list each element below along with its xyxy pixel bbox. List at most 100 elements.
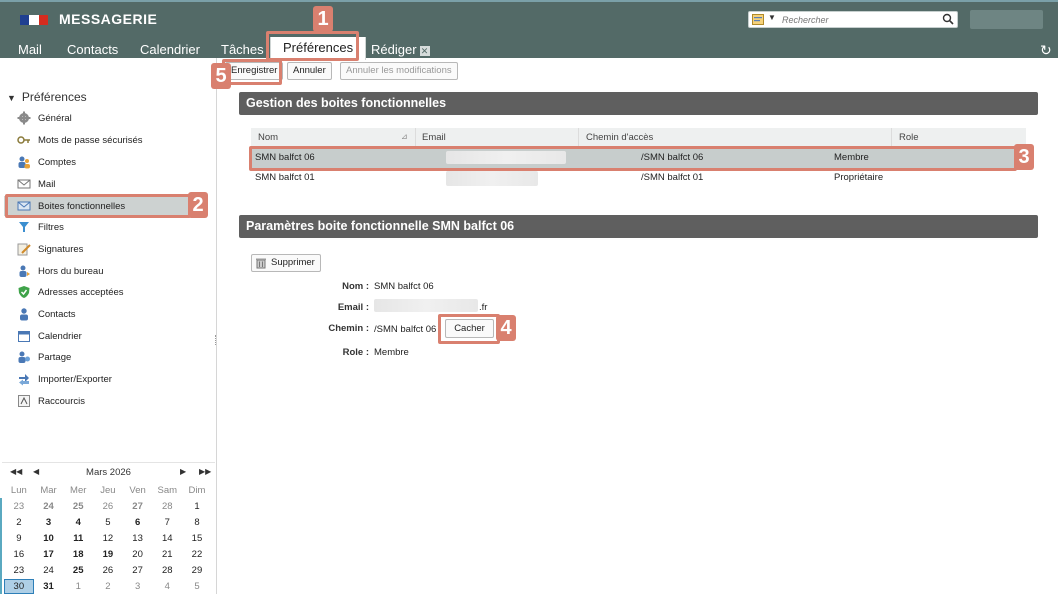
- tab-mail[interactable]: Mail: [18, 42, 42, 57]
- calendar-day[interactable]: 15: [182, 533, 212, 544]
- table-header: Nom ⊿ Email Chemin d'accès Role: [251, 128, 1026, 148]
- sidebar-item-calendrier[interactable]: Calendrier: [17, 326, 213, 346]
- calendar-day[interactable]: 5: [93, 517, 123, 528]
- calendar-day[interactable]: 26: [93, 501, 123, 512]
- filter-icon: [19, 222, 29, 232]
- search-scope-icon[interactable]: [752, 14, 764, 25]
- next-year-icon[interactable]: ▶▶: [199, 467, 211, 476]
- calendar-day[interactable]: 11: [63, 533, 93, 544]
- calendar-day[interactable]: 29: [182, 565, 212, 576]
- calendar-day[interactable]: 10: [34, 533, 64, 544]
- sidebar-item-signatures[interactable]: Signatures: [17, 239, 213, 259]
- search-input[interactable]: [782, 13, 942, 27]
- tab-calendrier[interactable]: Calendrier: [140, 42, 200, 57]
- tab-taches[interactable]: Tâches: [221, 42, 264, 57]
- annotation-badge-5: 5: [211, 63, 231, 89]
- calendar-day[interactable]: 25: [63, 565, 93, 576]
- sidebar-item-comptes[interactable]: Comptes: [17, 152, 213, 172]
- sidebar-item-label: Mots de passe sécurisés: [38, 134, 143, 146]
- calendar-day[interactable]: 18: [63, 549, 93, 560]
- calendar-day-today[interactable]: 30: [4, 578, 34, 594]
- chevron-down-icon[interactable]: ▼: [768, 13, 776, 22]
- calendar-day[interactable]: 27: [123, 501, 153, 512]
- column-divider: [578, 128, 579, 148]
- calendar-day[interactable]: 13: [123, 533, 153, 544]
- field-value-nom: SMN balfct 06: [374, 281, 434, 292]
- undo-changes-button[interactable]: Annuler les modifications: [340, 62, 458, 80]
- calendar-day[interactable]: 27: [123, 565, 153, 576]
- calendar-day[interactable]: 28: [152, 565, 182, 576]
- calendar-day[interactable]: 7: [152, 517, 182, 528]
- calendar-day[interactable]: 12: [93, 533, 123, 544]
- calendar-grid: Lun Mar Mer Jeu Ven Sam Dim 23 24 25 26 27 28…: [4, 482, 212, 594]
- sidebar-item-contacts[interactable]: Contacts: [17, 304, 213, 324]
- calendar-day[interactable]: 2: [93, 581, 123, 592]
- tab-rediger[interactable]: Rédiger ✕: [371, 42, 430, 57]
- preferences-tree-header[interactable]: ▼ Préférences: [7, 90, 87, 104]
- sidebar-accent-edge: [0, 498, 2, 594]
- field-label-role: Role :: [342, 347, 369, 358]
- search-icon[interactable]: [942, 13, 954, 25]
- calendar-day[interactable]: 3: [123, 581, 153, 592]
- calendar-day[interactable]: 3: [34, 517, 64, 528]
- calendar-week-row: 2345678: [4, 514, 212, 530]
- sidebar-item-passwords[interactable]: Mots de passe sécurisés: [17, 130, 213, 150]
- sidebar-item-filtres[interactable]: Filtres: [17, 217, 213, 237]
- calendar-day[interactable]: 8: [182, 517, 212, 528]
- sidebar-item-label: Comptes: [38, 156, 77, 168]
- splitter-handle[interactable]: [215, 335, 218, 345]
- calendar-day[interactable]: 6: [123, 517, 153, 528]
- sidebar-item-mail[interactable]: Mail: [17, 174, 213, 194]
- calendar-day[interactable]: 5: [182, 581, 212, 592]
- calendar-day[interactable]: 23: [4, 565, 34, 576]
- weekday-label: Mar: [40, 484, 57, 496]
- calendar-day[interactable]: 24: [34, 501, 64, 512]
- calendar-day[interactable]: 2: [4, 517, 34, 528]
- sidebar-item-partage[interactable]: Partage: [17, 347, 213, 367]
- shortcut-icon: [18, 395, 30, 407]
- table-row[interactable]: SMN balfct 01 /SMN balfct 01 Propriétair…: [251, 168, 1026, 188]
- calendar-day[interactable]: 26: [93, 565, 123, 576]
- delete-button[interactable]: Supprimer: [251, 254, 321, 272]
- calendar-day[interactable]: 23: [4, 501, 34, 512]
- close-icon[interactable]: ✕: [419, 45, 430, 56]
- calendar-day[interactable]: 1: [182, 501, 212, 512]
- triangle-down-icon[interactable]: ▼: [7, 93, 16, 103]
- next-month-icon[interactable]: ▶: [180, 467, 186, 476]
- calendar-day[interactable]: 22: [182, 549, 212, 560]
- calendar-day[interactable]: 9: [4, 533, 34, 544]
- cancel-button[interactable]: Annuler: [287, 62, 332, 80]
- calendar-day[interactable]: 28: [152, 501, 182, 512]
- calendar-day[interactable]: 17: [34, 549, 64, 560]
- column-header-chemin[interactable]: Chemin d'accès: [586, 132, 653, 143]
- calendar-day[interactable]: 19: [93, 549, 123, 560]
- sidebar-item-raccourcis[interactable]: Raccourcis: [17, 391, 213, 411]
- calendar-day[interactable]: 20: [123, 549, 153, 560]
- calendar-day[interactable]: 25: [63, 501, 93, 512]
- delete-button-label: Supprimer: [271, 257, 315, 268]
- field-label-chemin: Chemin :: [328, 323, 369, 334]
- calendar-day[interactable]: 24: [34, 565, 64, 576]
- calendar-day[interactable]: 4: [152, 581, 182, 592]
- sidebar-item-hors-du-bureau[interactable]: Hors du bureau: [17, 261, 213, 281]
- column-header-role[interactable]: Role: [899, 132, 919, 143]
- tab-contacts[interactable]: Contacts: [67, 42, 118, 57]
- sidebar-item-general[interactable]: Général: [17, 108, 213, 128]
- column-header-email[interactable]: Email: [422, 132, 446, 143]
- sidebar-item-adresses-acceptees[interactable]: Adresses acceptées: [17, 282, 213, 302]
- calendar-day[interactable]: 31: [34, 581, 64, 592]
- sidebar-item-importer-exporter[interactable]: Importer/Exporter: [17, 369, 213, 389]
- calendar-day[interactable]: 16: [4, 549, 34, 560]
- user-account-menu[interactable]: [970, 10, 1043, 29]
- calendar-day[interactable]: 21: [152, 549, 182, 560]
- row-role: Propriétaire: [834, 172, 884, 183]
- calendar-day[interactable]: 1: [63, 581, 93, 592]
- search-box[interactable]: ▼: [748, 11, 958, 28]
- refresh-icon[interactable]: ↻: [1040, 42, 1052, 59]
- column-divider: [891, 128, 892, 148]
- calendar-day[interactable]: 4: [63, 517, 93, 528]
- calendar-header: ◀◀ ◀ Mars 2026 ▶ ▶▶: [2, 467, 215, 479]
- sort-icon[interactable]: ⊿: [401, 132, 408, 141]
- column-header-nom[interactable]: Nom: [258, 132, 278, 143]
- calendar-day[interactable]: 14: [152, 533, 182, 544]
